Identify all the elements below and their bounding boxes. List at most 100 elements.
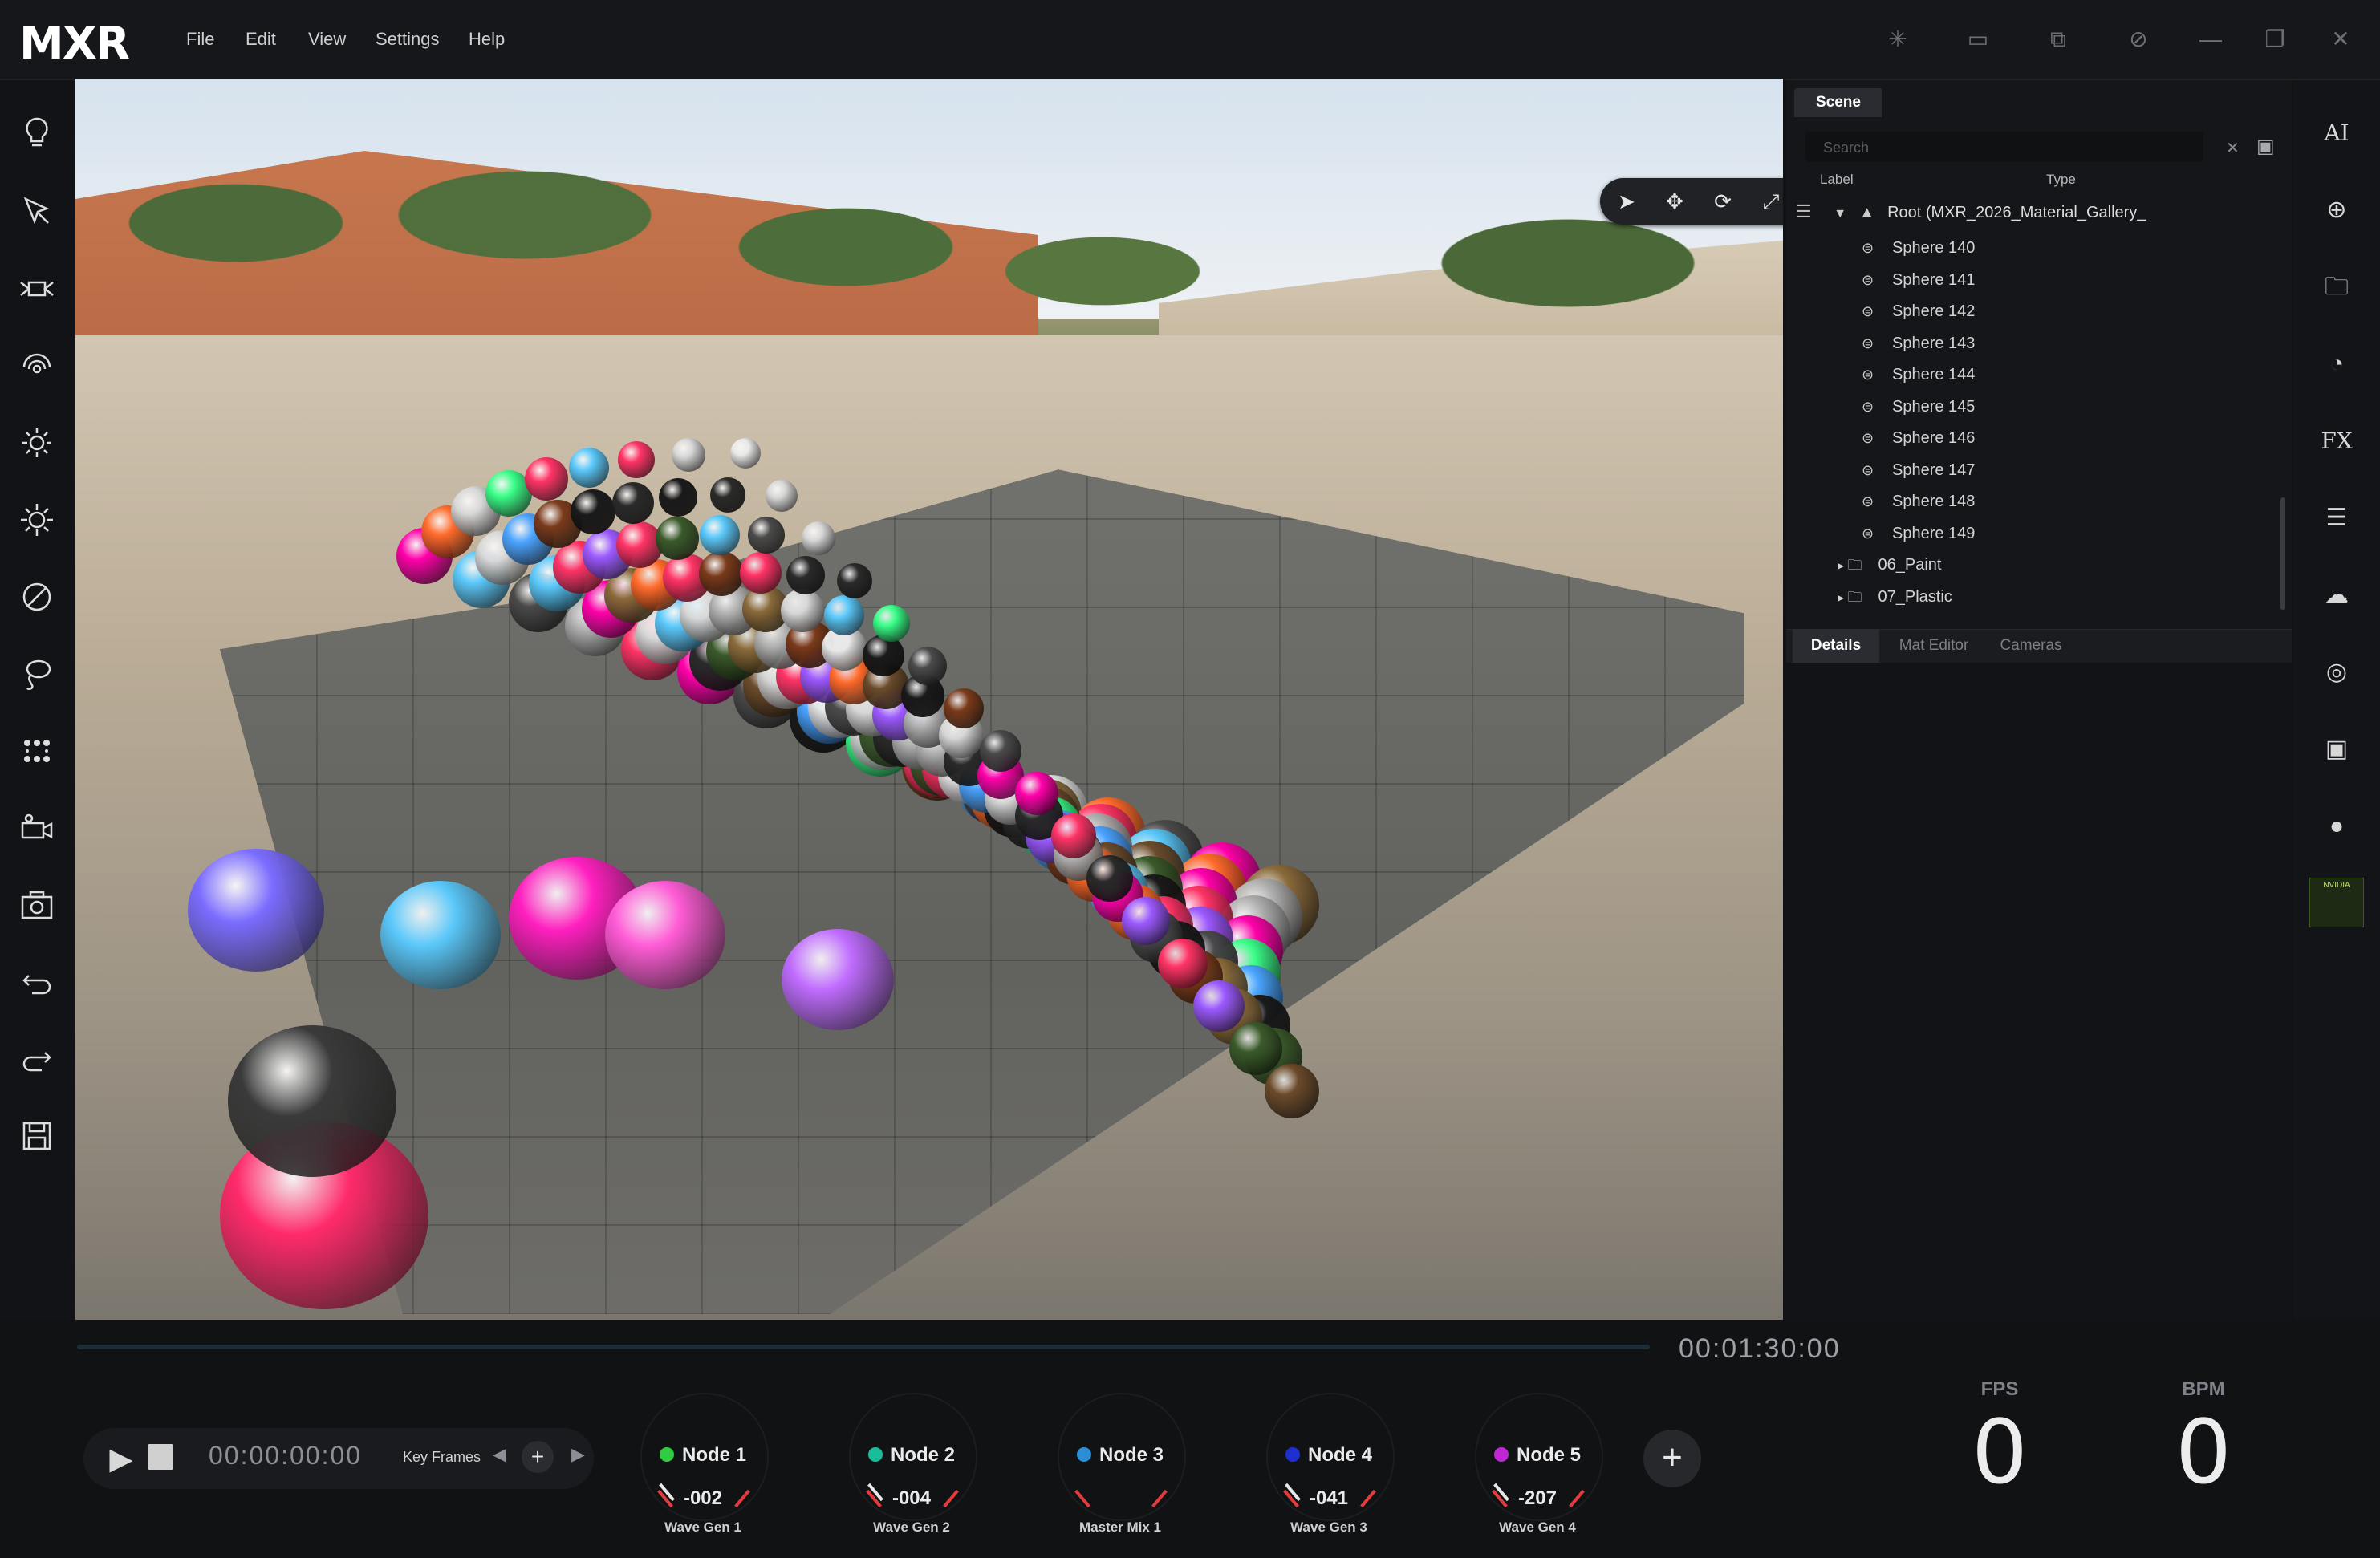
- material-sphere[interactable]: [380, 881, 501, 989]
- clear-search-icon[interactable]: ✕: [2226, 138, 2240, 158]
- select-icon[interactable]: ➤: [1610, 185, 1643, 218]
- material-sphere[interactable]: [872, 605, 910, 642]
- column-type[interactable]: Type: [2046, 172, 2076, 188]
- tree-item-sphere[interactable]: ⊜ Sphere 143: [1862, 328, 2279, 359]
- search-input[interactable]: [1822, 136, 2162, 159]
- tree-item-sphere[interactable]: ⊜ Sphere 147: [1862, 455, 2279, 485]
- fx-button[interactable]: FX: [2311, 417, 2362, 465]
- sun-high-icon[interactable]: [16, 499, 58, 541]
- material-sphere[interactable]: [740, 552, 782, 594]
- add-folder-icon[interactable]: ▣: [2256, 135, 2275, 158]
- tree-folder[interactable]: ▸ 🗀 06_Paint: [1838, 550, 2255, 580]
- weather-icon[interactable]: ☁: [2311, 571, 2362, 619]
- add-node-button[interactable]: +: [1643, 1430, 1701, 1487]
- material-icon[interactable]: ◔: [2311, 340, 2362, 388]
- no-entry-icon[interactable]: [16, 576, 58, 618]
- tree-item-sphere[interactable]: ⊜ Sphere 142: [1862, 296, 2279, 327]
- material-sphere[interactable]: [979, 730, 1021, 772]
- material-sphere[interactable]: [1265, 1064, 1319, 1118]
- rotate-icon[interactable]: ⟳: [1706, 185, 1740, 218]
- material-sphere[interactable]: [571, 489, 616, 534]
- move-icon[interactable]: ✥: [1658, 185, 1692, 218]
- menu-edit[interactable]: Edit: [246, 29, 276, 50]
- render-photo-icon[interactable]: ▣: [2311, 725, 2362, 773]
- lasso-icon[interactable]: [16, 653, 58, 695]
- node-dial[interactable]: Node 3 Master Mix 1: [1040, 1385, 1200, 1545]
- material-sphere[interactable]: [748, 517, 786, 554]
- material-sphere[interactable]: [1122, 897, 1171, 945]
- material-sphere[interactable]: [1086, 855, 1133, 902]
- material-sphere[interactable]: [908, 647, 947, 685]
- timeline-progress-bar[interactable]: [77, 1345, 1650, 1349]
- node-dial[interactable]: Node 1 -002 Wave Gen 1: [623, 1385, 783, 1545]
- material-sphere[interactable]: [188, 849, 324, 972]
- close-icon[interactable]: ✕: [2325, 24, 2356, 55]
- scale-icon[interactable]: ⤢: [1754, 185, 1783, 218]
- play-icon[interactable]: ▶: [103, 1441, 140, 1478]
- material-sphere[interactable]: [1015, 772, 1059, 815]
- tree-item-sphere[interactable]: ⊜ Sphere 140: [1862, 233, 2279, 263]
- undo-icon[interactable]: [16, 961, 58, 1003]
- vr-headset-icon[interactable]: ▭: [1963, 24, 1993, 55]
- material-sphere[interactable]: [1193, 980, 1245, 1032]
- dots-grid-icon[interactable]: [16, 730, 58, 772]
- material-sphere[interactable]: [656, 517, 699, 560]
- vr-icon[interactable]: ◎: [2311, 648, 2362, 696]
- material-sphere[interactable]: [781, 589, 825, 632]
- material-sphere[interactable]: [1229, 1022, 1282, 1075]
- node-dial[interactable]: Node 4 -041 Wave Gen 3: [1249, 1385, 1409, 1545]
- redo-icon[interactable]: [16, 1038, 58, 1080]
- material-sphere[interactable]: [1157, 939, 1208, 988]
- material-sphere[interactable]: [824, 595, 865, 635]
- tree-item-sphere[interactable]: ⊜ Sphere 145: [1862, 392, 2279, 422]
- 3d-viewport[interactable]: ➤ ✥ ⟳ ⤢ ◣: [75, 79, 1783, 1320]
- material-sphere[interactable]: [525, 457, 568, 501]
- menu-help[interactable]: Help: [469, 29, 505, 50]
- tree-folder[interactable]: ▸ 🗀 07_Plastic: [1838, 582, 2255, 612]
- save-icon[interactable]: [16, 1115, 58, 1157]
- hamburger-icon[interactable]: ☰: [1796, 201, 1812, 221]
- node-dial[interactable]: Node 5 -207 Wave Gen 4: [1457, 1385, 1618, 1545]
- resize-icon[interactable]: ⧉: [2043, 24, 2073, 55]
- menu-file[interactable]: File: [186, 29, 214, 50]
- tab-scene[interactable]: Scene: [1794, 88, 1882, 117]
- target-icon[interactable]: ⊕: [2311, 186, 2362, 234]
- sphere-icon[interactable]: ●: [2311, 802, 2362, 850]
- material-sphere[interactable]: [618, 441, 655, 478]
- tab-details[interactable]: Details: [1793, 629, 1879, 663]
- folder-icon[interactable]: 🗀: [2311, 263, 2362, 311]
- stop-icon[interactable]: [148, 1444, 173, 1470]
- minimize-icon[interactable]: —: [2195, 24, 2226, 55]
- sun-low-icon[interactable]: [16, 422, 58, 464]
- tree-item-sphere[interactable]: ⊜ Sphere 141: [1862, 265, 2279, 295]
- scene-scrollbar[interactable]: [2280, 497, 2285, 610]
- material-sphere[interactable]: [837, 563, 873, 598]
- column-label[interactable]: Label: [1820, 172, 1854, 188]
- prev-keyframe-icon[interactable]: ◀: [493, 1444, 506, 1465]
- tree-item-sphere[interactable]: ⊜ Sphere 146: [1862, 423, 2279, 453]
- material-sphere[interactable]: [672, 438, 705, 472]
- tree-item-sphere[interactable]: ⊜ Sphere 144: [1862, 359, 2279, 390]
- nvidia-badge[interactable]: NVIDIA: [2309, 878, 2364, 927]
- hide-icon[interactable]: ⊘: [2123, 24, 2154, 55]
- node-dial[interactable]: Node 2 -004 Wave Gen 2: [831, 1385, 992, 1545]
- material-sphere[interactable]: [786, 556, 825, 594]
- tab-cameras[interactable]: Cameras: [1987, 629, 2075, 663]
- tab-mat-editor[interactable]: Mat Editor: [1889, 629, 1979, 663]
- menu-view[interactable]: View: [308, 29, 346, 50]
- add-keyframe-button[interactable]: +: [522, 1441, 554, 1473]
- restore-icon[interactable]: ❐: [2260, 24, 2290, 55]
- tree-item-sphere[interactable]: ⊜ Sphere 148: [1862, 486, 2279, 517]
- camera-tripod-icon[interactable]: [16, 807, 58, 849]
- material-sphere[interactable]: [699, 551, 744, 596]
- material-sphere[interactable]: [782, 929, 894, 1030]
- material-sphere[interactable]: [612, 482, 654, 524]
- tree-root[interactable]: ☰ ▼ ▲ Root (MXR_2026_Material_Gallery_: [1796, 196, 2261, 228]
- expand-caret-icon[interactable]: ▸: [1838, 559, 1847, 573]
- projector-icon[interactable]: [16, 268, 58, 310]
- ai-button[interactable]: AI: [2311, 109, 2362, 157]
- expand-caret-icon[interactable]: ▼: [1834, 207, 1846, 221]
- material-sphere[interactable]: [709, 477, 745, 513]
- material-sphere[interactable]: [228, 1025, 396, 1177]
- material-sphere[interactable]: [1050, 813, 1096, 858]
